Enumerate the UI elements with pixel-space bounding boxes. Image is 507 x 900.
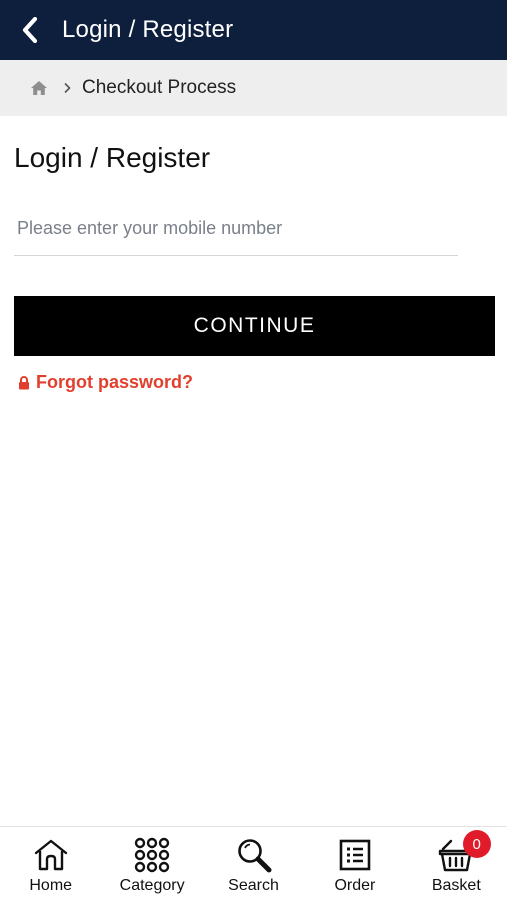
list-icon — [335, 835, 375, 875]
nav-basket-label: Basket — [431, 877, 481, 894]
nav-category-label: Category — [119, 877, 185, 894]
nav-order-label: Order — [334, 877, 376, 894]
nav-basket[interactable]: Basket 0 — [406, 827, 507, 900]
header-title: Login / Register — [62, 16, 234, 43]
nav-order[interactable]: Order — [304, 827, 405, 900]
nav-search-label: Search — [228, 877, 279, 894]
home-outline-icon — [31, 835, 71, 875]
chevron-right-icon — [64, 82, 71, 94]
basket-count-badge: 0 — [462, 830, 491, 858]
mobile-number-input[interactable] — [14, 202, 458, 256]
screen: Login / Register Checkout Process Login … — [0, 0, 507, 900]
forgot-password-link[interactable]: Forgot password? — [18, 372, 193, 393]
chevron-left-icon — [22, 17, 38, 43]
nav-search[interactable]: Search — [203, 827, 304, 900]
continue-button[interactable]: CONTINUE — [14, 296, 495, 356]
grid-dots-icon — [132, 835, 172, 875]
lock-icon — [18, 375, 31, 390]
breadcrumb-separator — [62, 81, 72, 95]
home-icon — [31, 81, 47, 95]
back-button[interactable] — [0, 0, 60, 60]
bottom-nav: Home Category Search Order Basket 0 — [0, 826, 507, 900]
top-bar: Login / Register — [0, 0, 507, 60]
nav-home[interactable]: Home — [0, 827, 101, 900]
nav-category[interactable]: Category — [101, 827, 202, 900]
nav-home-label: Home — [29, 877, 73, 894]
page-title: Login / Register — [14, 142, 211, 173]
search-icon — [234, 835, 274, 875]
breadcrumb: Checkout Process — [0, 60, 507, 116]
breadcrumb-current: Checkout Process — [82, 77, 237, 98]
breadcrumb-home[interactable] — [30, 79, 48, 97]
forgot-password-label: Forgot password? — [36, 372, 193, 392]
